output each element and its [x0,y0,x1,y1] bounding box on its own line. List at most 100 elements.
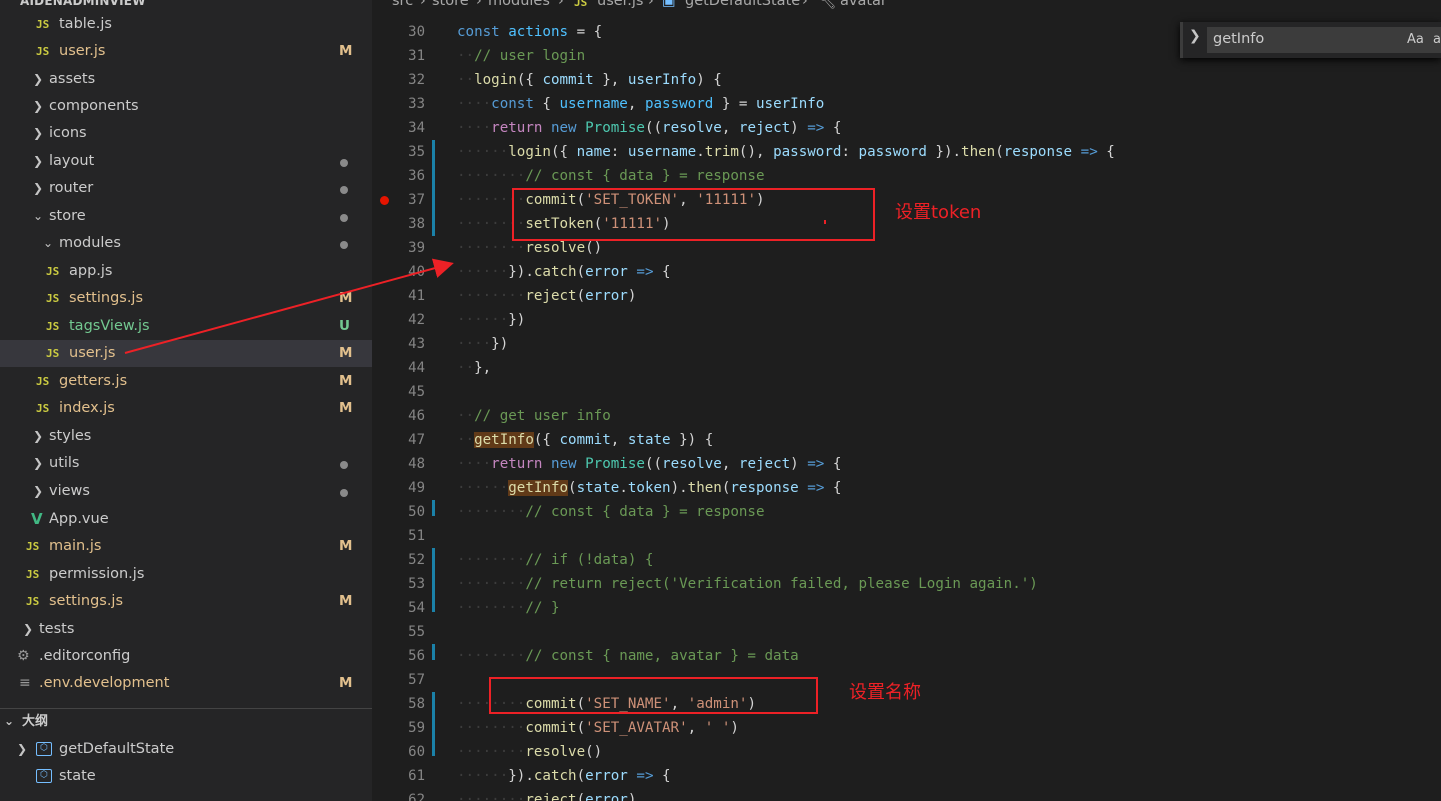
file-main-js[interactable]: JS main.js M [0,533,372,560]
code-line[interactable]: ······getInfo(state.token).then(response… [457,476,841,500]
untracked-badge: U [339,318,350,334]
code-token: ······ [457,144,509,160]
code-line[interactable]: ····}) [457,332,508,356]
code-line[interactable]: ··getInfo({ commit, state }) { [457,428,713,452]
folder-label: router [49,180,94,196]
code-line[interactable]: ····return new Promise((resolve, reject)… [457,452,841,476]
breadcrumb-file[interactable]: user.js [597,0,644,9]
code-token: const [491,96,534,112]
code-line[interactable]: ····return new Promise((resolve, reject)… [457,116,841,140]
js-file-icon: JS [36,402,50,415]
file-tagsview-js[interactable]: JS tagsView.js U [0,313,372,340]
file-user-js-selected[interactable]: JS user.js M [0,340,372,367]
file-table-js[interactable]: JS table.js [0,11,372,38]
code-line[interactable]: ··// get user info [457,404,611,428]
code-token: }) { [670,432,714,448]
match-case-button[interactable]: Aa [1407,32,1424,47]
folder-label: utils [49,455,80,471]
code-token: , [721,120,739,136]
code-line[interactable]: ······}).catch(error => { [457,260,671,284]
file-env-development[interactable]: ≡ .env.development M [0,670,372,697]
toggle-replace-icon[interactable]: ❯ [1189,28,1201,44]
breadcrumb-property[interactable]: avatar [840,0,887,9]
folder-layout[interactable]: ❯ layout [0,148,372,175]
folder-label: assets [49,71,96,87]
code-token: // const { data } = response [525,504,765,520]
whole-word-button[interactable]: ab [1433,32,1441,47]
folder-assets[interactable]: ❯ assets [0,66,372,93]
code-token: { [824,120,842,136]
outline-header[interactable]: ⌄ 大纲 [0,708,372,735]
annotation-mark [824,220,826,224]
js-file-icon: JS [36,45,50,58]
find-input[interactable]: getInfo Aa ab [1207,27,1441,53]
folder-router[interactable]: ❯ router [0,175,372,202]
code-line[interactable]: ········// } [457,596,560,620]
breadcrumb-store[interactable]: store [432,0,469,9]
folder-utils[interactable]: ❯ utils [0,450,372,477]
code-line[interactable]: ········// if (!data) { [457,548,653,572]
code-line[interactable]: ········commit('SET_AVATAR', ' ') [457,716,739,740]
code-line[interactable]: ········reject(error) [457,284,636,308]
code-token: , [610,432,628,448]
code-line[interactable]: ····const { username, password } = userI… [457,92,824,116]
folder-styles[interactable]: ❯ styles [0,423,372,450]
modified-dot [340,461,348,469]
code-line[interactable]: ··// user login [457,44,585,68]
code-line[interactable]: ··login({ commit }, userInfo) { [457,68,722,92]
line-number: 46 [408,408,425,424]
breadcrumb-symbol[interactable]: getDefaultState [685,0,800,9]
file-user-js-top[interactable]: JS user.js M [0,38,372,65]
file-editorconfig[interactable]: ⚙ .editorconfig [0,643,372,670]
code-token: ·· [457,432,475,448]
file-label: .editorconfig [39,648,131,664]
code-line[interactable]: ········resolve() [457,740,602,764]
code-line[interactable]: ········// const { data } = response [457,164,765,188]
file-settings-js-src[interactable]: JS settings.js M [0,588,372,615]
code-token: // } [525,600,560,616]
code-token: username [559,96,628,112]
code-token: , [687,720,705,736]
code-token: then [961,144,996,160]
code-line[interactable]: ······login({ name: username.trim(), pas… [457,140,1115,164]
folder-modules[interactable]: ⌄ modules [0,230,372,257]
code-token: 'SET_AVATAR' [585,720,688,736]
outline-item-getdefaultstate[interactable]: ❯ ⬡ getDefaultState [0,736,372,763]
line-number: 35 [408,144,425,160]
file-app-js[interactable]: JS app.js [0,258,372,285]
code-token: ···· [457,336,492,352]
code-token: // const { data } = response [525,168,765,184]
code-token: password [644,96,714,112]
code-token: error [585,264,628,280]
file-getters-js[interactable]: JS getters.js M [0,368,372,395]
code-token: => [807,456,825,472]
folder-components[interactable]: ❯ components [0,93,372,120]
vue-file-icon: V [31,510,43,528]
breadcrumb-modules[interactable]: modules [488,0,550,9]
line-number: 58 [408,696,425,712]
code-line[interactable]: ··}, [457,356,491,380]
folder-store[interactable]: ⌄ store [0,203,372,230]
code-line[interactable]: ········// const { data } = response [457,500,765,524]
file-settings-js-modules[interactable]: JS settings.js M [0,285,372,312]
code-token: (), [738,144,774,160]
code-line[interactable]: ········reject(error) [457,788,636,801]
code-line[interactable]: ······}) [457,308,525,332]
file-app-vue[interactable]: V App.vue [0,506,372,533]
code-line[interactable]: ········// return reject('Verification f… [457,572,1038,596]
breadcrumb-separator: › [420,0,426,9]
file-index-js[interactable]: JS index.js M [0,395,372,422]
folder-views[interactable]: ❯ views [0,478,372,505]
file-permission-js[interactable]: JS permission.js [0,561,372,588]
breadcrumb-src[interactable]: src [392,0,413,9]
chevron-right-icon: ❯ [32,429,44,443]
code-line[interactable]: ······}).catch(error => { [457,764,671,788]
code-line[interactable]: ········// const { name, avatar } = data [457,644,799,668]
folder-tests[interactable]: ❯ tests [0,616,372,643]
line-number: 51 [408,528,425,544]
code-line[interactable]: const actions = { [457,20,602,44]
line-number: 56 [408,648,425,664]
folder-icons[interactable]: ❯ icons [0,120,372,147]
outline-item-state[interactable]: ⬡ state [0,763,372,790]
